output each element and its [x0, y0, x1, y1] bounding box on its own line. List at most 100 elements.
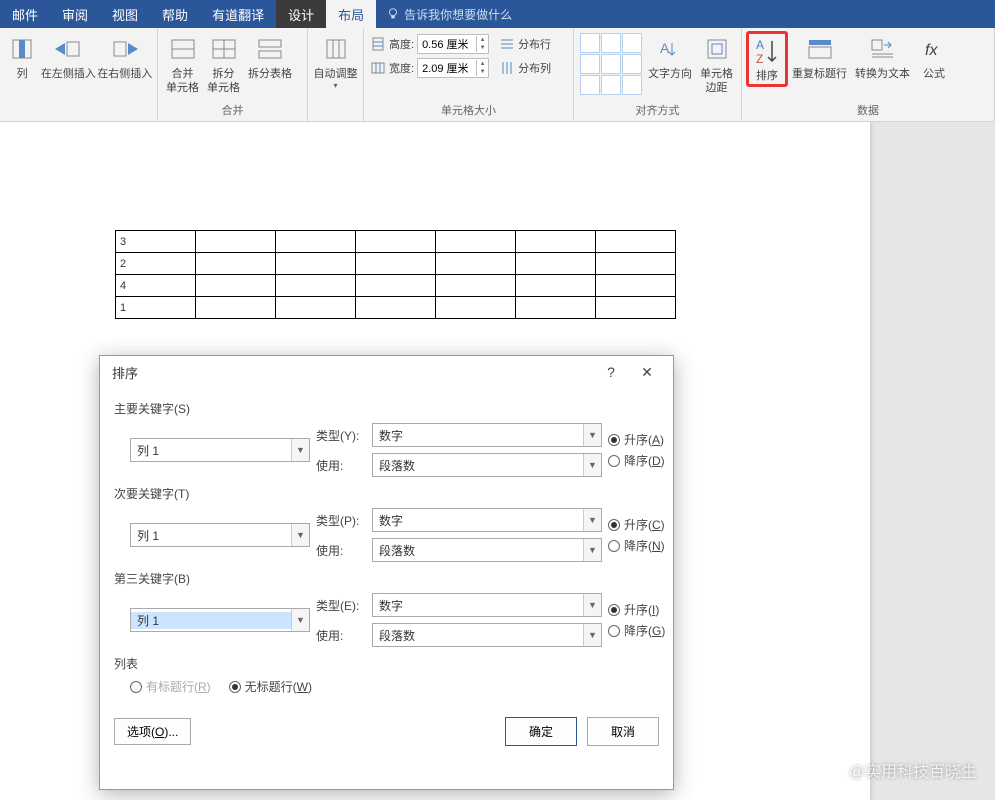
- align-tr[interactable]: [622, 33, 642, 53]
- cell[interactable]: [596, 231, 676, 253]
- cell[interactable]: [196, 297, 276, 319]
- table-row[interactable]: 2: [116, 253, 676, 275]
- ok-button[interactable]: 确定: [505, 717, 577, 746]
- cell[interactable]: [356, 297, 436, 319]
- cell[interactable]: [436, 275, 516, 297]
- help-button[interactable]: ?: [593, 358, 629, 386]
- table-row[interactable]: 1: [116, 297, 676, 319]
- cell[interactable]: [516, 275, 596, 297]
- align-tl[interactable]: [580, 33, 600, 53]
- align-br[interactable]: [622, 75, 642, 95]
- distribute-cols-button[interactable]: 分布列: [499, 57, 551, 79]
- cell[interactable]: [196, 253, 276, 275]
- tertiary-field-combo[interactable]: 列 1▼: [130, 608, 310, 632]
- cell[interactable]: [516, 231, 596, 253]
- insert-right-button[interactable]: 在右侧插入: [97, 31, 153, 83]
- primary-asc-radio[interactable]: 升序(A): [608, 431, 688, 448]
- chevron-down-icon[interactable]: ▼: [583, 509, 601, 531]
- up-arrow-icon[interactable]: ▲: [476, 60, 488, 68]
- chevron-down-icon[interactable]: ▼: [291, 439, 309, 461]
- table-row[interactable]: 4: [116, 275, 676, 297]
- secondary-field-combo[interactable]: 列 1▼: [130, 523, 310, 547]
- cell[interactable]: [596, 275, 676, 297]
- tab-youdao[interactable]: 有道翻译: [200, 0, 276, 28]
- cell[interactable]: 4: [116, 275, 196, 297]
- align-bl[interactable]: [580, 75, 600, 95]
- down-arrow-icon[interactable]: ▼: [476, 44, 488, 52]
- tertiary-desc-radio[interactable]: 降序(G): [608, 622, 688, 639]
- repeat-header-button[interactable]: 重复标题行: [788, 31, 851, 83]
- cell[interactable]: [516, 253, 596, 275]
- secondary-type-combo[interactable]: 数字▼: [372, 508, 602, 532]
- cell[interactable]: [276, 275, 356, 297]
- tab-layout[interactable]: 布局: [326, 0, 376, 28]
- cell[interactable]: [596, 253, 676, 275]
- autofit-button[interactable]: 自动调整▾: [312, 31, 359, 92]
- down-arrow-icon[interactable]: ▼: [476, 68, 488, 76]
- up-arrow-icon[interactable]: ▲: [476, 36, 488, 44]
- align-bc[interactable]: [601, 75, 621, 95]
- tab-view[interactable]: 视图: [100, 0, 150, 28]
- chevron-down-icon[interactable]: ▼: [291, 524, 309, 546]
- cell[interactable]: [356, 253, 436, 275]
- sort-button[interactable]: AZ排序: [746, 31, 788, 87]
- table-row[interactable]: 3: [116, 231, 676, 253]
- cancel-button[interactable]: 取消: [587, 717, 659, 746]
- tab-design[interactable]: 设计: [276, 0, 326, 28]
- align-mr[interactable]: [622, 54, 642, 74]
- formula-button[interactable]: fx公式: [914, 31, 954, 83]
- cell[interactable]: [596, 297, 676, 319]
- cell[interactable]: [356, 231, 436, 253]
- primary-type-combo[interactable]: 数字▼: [372, 423, 602, 447]
- secondary-desc-radio[interactable]: 降序(N): [608, 537, 688, 554]
- cell[interactable]: [436, 231, 516, 253]
- align-ml[interactable]: [580, 54, 600, 74]
- cell[interactable]: [276, 231, 356, 253]
- chevron-down-icon[interactable]: ▼: [583, 539, 601, 561]
- tertiary-asc-radio[interactable]: 升序(I): [608, 601, 688, 618]
- height-input[interactable]: ▲▼: [417, 34, 489, 54]
- insert-col-button[interactable]: 列: [4, 31, 40, 83]
- close-button[interactable]: ✕: [629, 358, 665, 386]
- distribute-rows-button[interactable]: 分布行: [499, 33, 551, 55]
- primary-field-combo[interactable]: 列 1▼: [130, 438, 310, 462]
- document-table[interactable]: 3 2 4 1: [115, 230, 676, 319]
- options-button[interactable]: 选项(O)...: [114, 718, 191, 745]
- chevron-down-icon[interactable]: ▼: [583, 594, 601, 616]
- tell-me[interactable]: 告诉我你想要做什么: [376, 0, 522, 28]
- cell[interactable]: [356, 275, 436, 297]
- cell[interactable]: 1: [116, 297, 196, 319]
- chevron-down-icon[interactable]: ▼: [291, 609, 309, 631]
- tab-help[interactable]: 帮助: [150, 0, 200, 28]
- cell[interactable]: [436, 297, 516, 319]
- tab-review[interactable]: 审阅: [50, 0, 100, 28]
- chevron-down-icon[interactable]: ▼: [583, 454, 601, 476]
- primary-desc-radio[interactable]: 降序(D): [608, 452, 688, 469]
- tab-mail[interactable]: 邮件: [0, 0, 50, 28]
- align-tc[interactable]: [601, 33, 621, 53]
- width-input[interactable]: ▲▼: [417, 58, 489, 78]
- split-cells-button[interactable]: 拆分 单元格: [203, 31, 244, 97]
- tertiary-use-combo[interactable]: 段落数▼: [372, 623, 602, 647]
- cell[interactable]: 3: [116, 231, 196, 253]
- merge-cells-button[interactable]: 合并 单元格: [162, 31, 203, 97]
- cell[interactable]: [516, 297, 596, 319]
- chevron-down-icon[interactable]: ▼: [583, 624, 601, 646]
- has-header-radio[interactable]: 有标题行(R): [130, 678, 211, 695]
- secondary-asc-radio[interactable]: 升序(C): [608, 516, 688, 533]
- insert-left-button[interactable]: 在左侧插入: [40, 31, 96, 83]
- primary-use-combo[interactable]: 段落数▼: [372, 453, 602, 477]
- cell[interactable]: [196, 231, 276, 253]
- height-value[interactable]: [418, 38, 476, 50]
- tertiary-type-combo[interactable]: 数字▼: [372, 593, 602, 617]
- cell-margin-button[interactable]: 单元格 边距: [696, 31, 737, 97]
- split-table-button[interactable]: 拆分表格: [244, 31, 296, 83]
- text-direction-button[interactable]: A文字方向: [644, 31, 696, 83]
- cell[interactable]: [436, 253, 516, 275]
- cell[interactable]: 2: [116, 253, 196, 275]
- cell[interactable]: [196, 275, 276, 297]
- secondary-use-combo[interactable]: 段落数▼: [372, 538, 602, 562]
- cell[interactable]: [276, 297, 356, 319]
- cell[interactable]: [276, 253, 356, 275]
- align-mc[interactable]: [601, 54, 621, 74]
